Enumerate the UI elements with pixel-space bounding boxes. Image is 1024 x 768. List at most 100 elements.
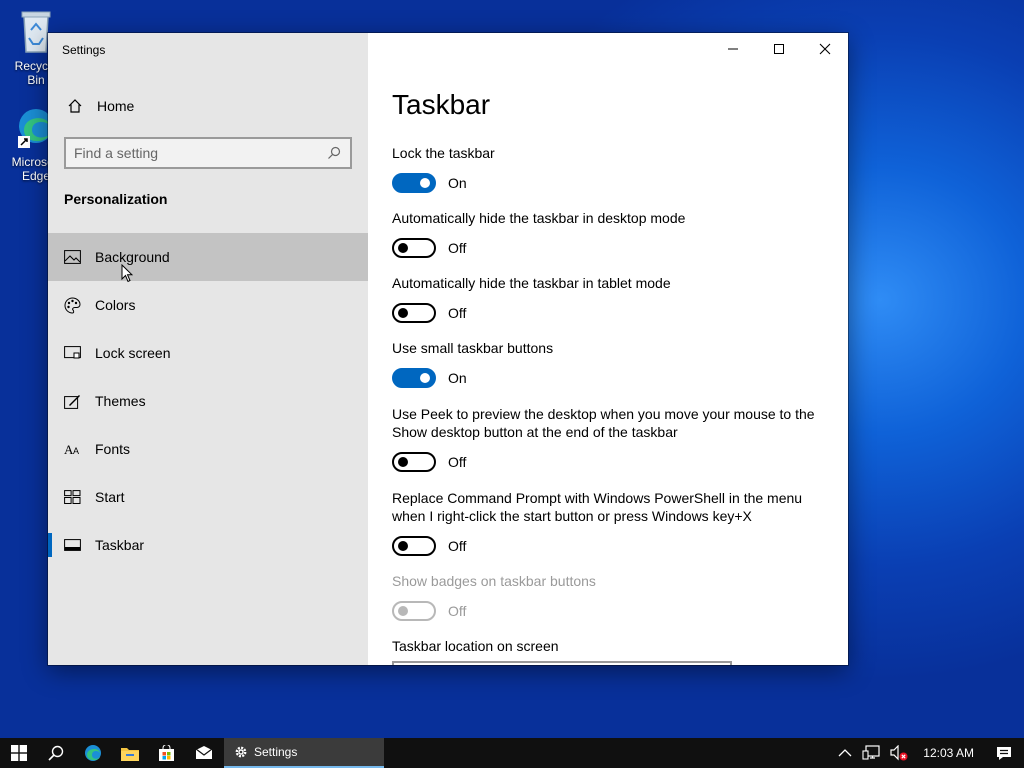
show-hidden-icons-button[interactable] (833, 738, 857, 768)
search-icon[interactable] (325, 145, 342, 162)
toggle-knob (398, 308, 408, 318)
sidebar-item-colors[interactable]: Colors (48, 281, 368, 329)
volume-muted-icon (890, 745, 908, 761)
minimize-icon (728, 48, 738, 50)
home-label: Home (97, 98, 135, 114)
page-title: Taskbar (392, 89, 491, 120)
window-title: Settings (62, 43, 106, 57)
sidebar-item-lock-screen[interactable]: Lock screen (48, 329, 368, 377)
clock[interactable]: 12:03 AM (913, 738, 984, 768)
search-box[interactable] (64, 137, 352, 169)
small-buttons-toggle[interactable] (392, 368, 436, 388)
toggle-knob (398, 457, 408, 467)
mail-icon (195, 746, 212, 759)
network-button[interactable] (857, 738, 885, 768)
palette-icon (64, 296, 81, 314)
action-center-button[interactable] (984, 738, 1024, 768)
sidebar-item-taskbar[interactable]: Taskbar (48, 521, 368, 569)
gear-icon (235, 746, 247, 758)
sidebar-nav: Background Colors Lock screen Themes A A… (48, 233, 368, 569)
selected-indicator (48, 533, 52, 557)
file-explorer-button[interactable] (111, 738, 148, 768)
close-icon (819, 43, 831, 55)
setting-peek: Use Peek to preview the desktop when you… (392, 405, 832, 472)
toggle-state: Off (448, 240, 467, 256)
toggle-state: Off (448, 538, 467, 554)
setting-label: Show badges on taskbar buttons (392, 573, 596, 589)
search-input[interactable] (74, 145, 325, 161)
content-pane: Taskbar Lock the taskbar On Automaticall… (368, 33, 848, 665)
setting-label: Use small taskbar buttons (392, 340, 554, 356)
sidebar: Settings Home Personalization Background (48, 33, 368, 665)
setting-badges: Show badges on taskbar buttons Off (392, 572, 832, 621)
badges-toggle (392, 601, 436, 621)
toggle-state: On (448, 175, 467, 191)
maximize-icon (774, 44, 784, 54)
search-taskbar-button[interactable] (37, 738, 74, 768)
setting-location: Taskbar location on screen (392, 637, 832, 655)
taskbar-app-label: Settings (254, 745, 298, 759)
settings-taskbar-button[interactable]: Settings (224, 738, 384, 768)
home-icon (66, 98, 83, 115)
chevron-up-icon (838, 749, 852, 757)
toggle-knob (398, 243, 408, 253)
setting-autohide-tablet: Automatically hide the taskbar in tablet… (392, 274, 832, 323)
mail-button[interactable] (185, 738, 222, 768)
toggle-state: Off (448, 454, 467, 470)
taskbar-location-dropdown[interactable] (392, 661, 732, 665)
windows-logo-icon (10, 745, 27, 761)
toggle-knob (420, 373, 430, 383)
toggle-state: On (448, 370, 467, 386)
setting-label: Automatically hide the taskbar in deskto… (392, 210, 686, 226)
sidebar-item-start[interactable]: Start (48, 473, 368, 521)
setting-label: Lock the taskbar (392, 145, 495, 161)
picture-icon (64, 249, 81, 266)
setting-label: Taskbar location on screen (392, 638, 559, 654)
setting-label: Use Peek to preview the desktop when you… (392, 406, 815, 440)
setting-autohide-desktop: Automatically hide the taskbar in deskto… (392, 209, 832, 258)
minimize-button[interactable] (710, 33, 756, 65)
setting-small-buttons: Use small taskbar buttons On (392, 339, 832, 388)
store-icon (159, 744, 174, 761)
setting-label: Automatically hide the taskbar in tablet… (392, 275, 671, 291)
sidebar-item-label: Themes (95, 393, 146, 409)
sidebar-item-label: Background (95, 249, 170, 265)
caption-buttons (710, 33, 848, 65)
edge-taskbar-button[interactable] (74, 738, 111, 768)
setting-powershell: Replace Command Prompt with Windows Powe… (392, 489, 832, 556)
system-tray: 12:03 AM (833, 738, 1024, 768)
sidebar-item-label: Fonts (95, 441, 131, 457)
toggle-state: Off (448, 305, 467, 321)
network-icon (862, 745, 880, 760)
settings-window: Settings Home Personalization Background (48, 33, 848, 665)
fonts-icon: AA (64, 441, 81, 458)
toggle-state: Off (448, 603, 467, 619)
maximize-button[interactable] (756, 33, 802, 65)
autohide-tablet-toggle[interactable] (392, 303, 436, 323)
notification-icon (997, 746, 1011, 760)
start-button[interactable] (0, 738, 37, 768)
sidebar-item-label: Taskbar (95, 537, 145, 553)
home-nav-item[interactable]: Home (48, 89, 368, 123)
setting-label: Replace Command Prompt with Windows Powe… (392, 490, 803, 524)
themes-icon (64, 393, 81, 410)
toggle-knob (398, 606, 408, 616)
svg-text:A: A (73, 446, 79, 456)
sidebar-item-label: Lock screen (95, 345, 171, 361)
volume-button[interactable] (885, 738, 913, 768)
store-button[interactable] (148, 738, 185, 768)
sidebar-item-background[interactable]: Background (48, 233, 368, 281)
sidebar-item-themes[interactable]: Themes (48, 377, 368, 425)
sidebar-item-label: Start (95, 489, 125, 505)
autohide-desktop-toggle[interactable] (392, 238, 436, 258)
section-title: Personalization (64, 191, 168, 207)
peek-toggle[interactable] (392, 452, 436, 472)
powershell-toggle[interactable] (392, 536, 436, 556)
toggle-knob (398, 541, 408, 551)
lock-taskbar-toggle[interactable] (392, 173, 436, 193)
close-button[interactable] (802, 33, 848, 65)
taskbar: Settings 12:03 AM (0, 738, 1024, 768)
mouse-cursor-icon (121, 264, 133, 283)
sidebar-item-fonts[interactable]: AA Fonts (48, 425, 368, 473)
start-icon (64, 489, 81, 506)
